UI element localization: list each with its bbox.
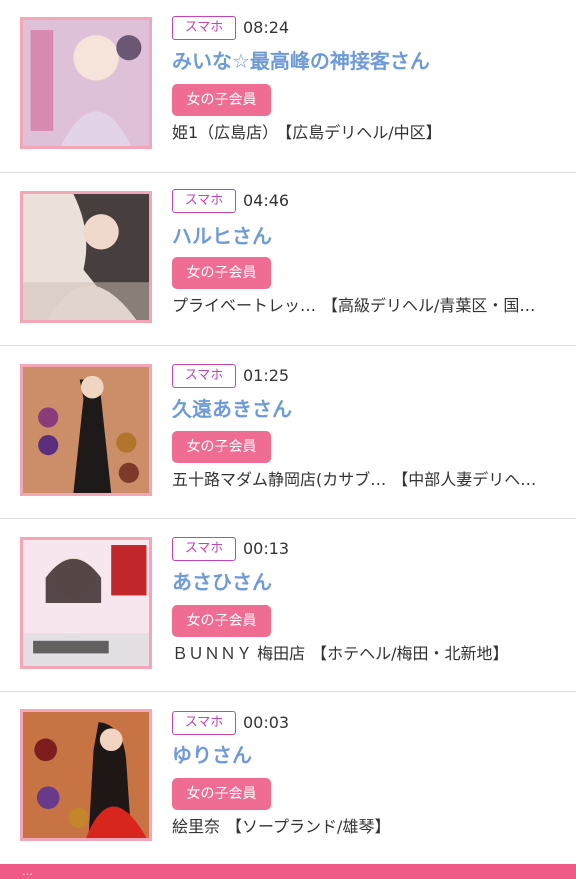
girl-name-link[interactable]: みいな☆最高峰の神接客さん: [172, 47, 430, 75]
device-badge: スマホ: [172, 16, 236, 40]
profile-thumbnail[interactable]: [20, 537, 152, 669]
profile-thumbnail[interactable]: [20, 17, 152, 149]
post-time: 01:25: [243, 366, 290, 385]
device-badge: スマホ: [172, 537, 236, 561]
shop-name: 五十路マダム静岡店(カサブ…: [172, 470, 387, 489]
list-item[interactable]: スマホ 00:13 あさひさん 女の子会員 ＢＵＮＮＹ 梅田店 【ホテヘル/梅田・…: [0, 519, 576, 692]
shop-info[interactable]: ＢＵＮＮＹ 梅田店 【ホテヘル/梅田・北新地】: [172, 642, 556, 666]
shop-info[interactable]: 姫1（広島店） 【広島デリヘル/中区】: [172, 121, 556, 145]
list-item[interactable]: スマホ 01:25 久遠あきさん 女の子会員 五十路マダム静岡店(カサブ… 【中部…: [0, 346, 576, 519]
post-time: 00:03: [243, 713, 290, 732]
profile-thumbnail[interactable]: [20, 364, 152, 496]
girl-name-link[interactable]: 久遠あきさん: [172, 395, 292, 423]
board-list: スマホ 08:24 みいな☆最高峰の神接客さん 女の子会員 姫1（広島店） 【広島…: [0, 0, 576, 865]
shop-area: 【高級デリヘル/青葉区・国…: [322, 296, 536, 315]
shop-name: ＢＵＮＮＹ 梅田店: [172, 644, 306, 663]
shop-name: 姫1（広島店）: [172, 123, 279, 142]
member-badge[interactable]: 女の子会員: [172, 84, 271, 116]
post-time: 08:24: [243, 18, 290, 37]
shop-name: 絵里奈: [172, 817, 221, 836]
device-badge: スマホ: [172, 189, 236, 213]
bottom-bar-label: …: [22, 865, 33, 878]
shop-info[interactable]: 絵里奈 【ソープランド/雄琴】: [172, 815, 556, 839]
shop-area: 【広島デリヘル/中区】: [284, 123, 442, 142]
shop-name: プライベートレッ…: [172, 296, 317, 315]
device-badge: スマホ: [172, 364, 236, 388]
shop-area: 【中部人妻デリヘ…: [392, 470, 537, 489]
shop-area: 【ソープランド/雄琴】: [226, 817, 391, 836]
post-time: 04:46: [243, 191, 290, 210]
shop-info[interactable]: 五十路マダム静岡店(カサブ… 【中部人妻デリヘ…: [172, 468, 556, 492]
device-badge: スマホ: [172, 711, 236, 735]
shop-info[interactable]: プライベートレッ… 【高級デリヘル/青葉区・国…: [172, 294, 556, 318]
member-badge[interactable]: 女の子会員: [172, 605, 271, 637]
member-badge[interactable]: 女の子会員: [172, 431, 271, 463]
member-badge[interactable]: 女の子会員: [172, 778, 271, 810]
profile-thumbnail[interactable]: [20, 709, 152, 841]
bottom-bar[interactable]: …: [0, 864, 576, 879]
girl-name-link[interactable]: ハルヒさん: [172, 222, 272, 250]
list-item[interactable]: スマホ 00:03 ゆりさん 女の子会員 絵里奈 【ソープランド/雄琴】: [0, 692, 576, 865]
shop-area: 【ホテヘル/梅田・北新地】: [311, 644, 509, 663]
member-badge[interactable]: 女の子会員: [172, 257, 271, 289]
girl-name-link[interactable]: ゆりさん: [172, 741, 252, 769]
post-time: 00:13: [243, 539, 290, 558]
list-item[interactable]: スマホ 04:46 ハルヒさん 女の子会員 プライベートレッ… 【高級デリヘル/青…: [0, 173, 576, 346]
profile-thumbnail[interactable]: [20, 191, 152, 323]
list-item[interactable]: スマホ 08:24 みいな☆最高峰の神接客さん 女の子会員 姫1（広島店） 【広島…: [0, 0, 576, 173]
girl-name-link[interactable]: あさひさん: [172, 568, 272, 596]
